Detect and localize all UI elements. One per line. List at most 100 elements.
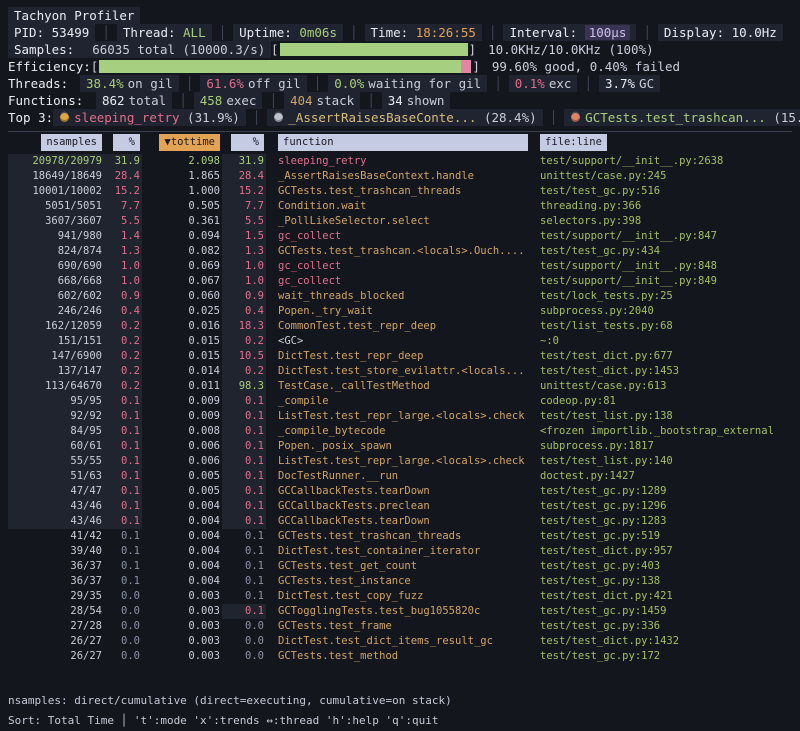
cell-pct-cumulative: 0.0 — [222, 649, 266, 664]
cell-file-line: test/test_gc.py:519 — [528, 529, 792, 544]
cell-pct-direct: 0.9 — [104, 289, 142, 304]
cell-pct-direct: 0.1 — [104, 484, 142, 499]
cell-nsamples: 18649/18649 — [8, 169, 104, 184]
separator: │ — [489, 24, 497, 41]
threads-waiting: 0.0%waiting for gil — [328, 75, 487, 92]
cell-file-line: subprocess.py:2040 — [528, 304, 792, 319]
separator: │ — [186, 75, 194, 92]
cell-pct-cumulative: 0.2 — [222, 364, 266, 379]
cell-function: GCTogglingTests.test_bug1055820c — [266, 604, 528, 619]
functions-stack: 404stack — [284, 92, 360, 109]
header-nsamples[interactable]: nsamples — [8, 134, 104, 152]
header-tottime-sorted[interactable]: ▼tottime — [142, 134, 222, 152]
cell-pct-cumulative: 1.0 — [222, 259, 266, 274]
header-function-chip[interactable]: function — [278, 134, 528, 151]
stat-interval: Interval: 100µs — [503, 24, 636, 41]
cell-file-line: test/test_gc.py:434 — [528, 244, 792, 259]
cell-pct-direct: 0.2 — [104, 379, 142, 394]
cell-file-line: doctest.py:1427 — [528, 469, 792, 484]
cell-pct-cumulative: 0.0 — [222, 634, 266, 649]
cell-pct-cumulative: 0.1 — [222, 469, 266, 484]
cell-file-line: test/test_gc.py:1289 — [528, 484, 792, 499]
functions-shown-label: shown — [407, 93, 445, 108]
threads-row: Threads: 38.4%on gil │ 61.6% off gil │ 0.… — [8, 75, 792, 92]
cell-nsamples: 113/64670 — [8, 379, 104, 394]
cell-pct-direct: 0.1 — [104, 499, 142, 514]
header-file-line-chip[interactable]: file:line — [540, 134, 607, 151]
stat-uptime-label: Uptime: — [239, 25, 292, 40]
bar-close-bracket: ] — [469, 41, 477, 58]
threads-waiting-label: waiting for gil — [368, 76, 481, 91]
cell-pct-direct: 0.2 — [104, 364, 142, 379]
top3-row: Top 3: sleeping_retry (31.9%) │ _AssertR… — [8, 109, 792, 126]
cell-pct-direct: 0.2 — [104, 319, 142, 334]
cell-file-line: unittest/case.py:245 — [528, 169, 792, 184]
samples-detail: 66035 total (10000.3/s) — [92, 42, 265, 57]
functions-shown-value: 34 — [388, 93, 403, 108]
threads-gc-label: GC — [639, 76, 654, 91]
stat-display-label: Display: — [664, 25, 724, 40]
cell-file-line: test/test_dict.py:1432 — [528, 634, 792, 649]
header-function[interactable]: function — [266, 134, 528, 152]
samples-rate-text: 10.0KHz/10.0KHz (100%) — [488, 41, 654, 58]
cell-nsamples: 3607/3607 — [8, 214, 104, 229]
separator: │ — [179, 92, 187, 109]
cell-function: DictTest.test_container_iterator — [266, 544, 528, 559]
cell-tottime: 0.094 — [142, 229, 222, 244]
functions-row: Functions: 862total │ 458exec │ 404stack… — [8, 92, 792, 109]
cell-file-line: codeop.py:81 — [528, 394, 792, 409]
header-pct-direct[interactable]: % — [104, 134, 142, 152]
threads-off-gil-value: 61.6% — [206, 76, 244, 91]
cell-function: GCTests.test_get_count — [266, 559, 528, 574]
separator: │ — [219, 24, 227, 41]
header-pct-cumulative[interactable]: % — [222, 134, 266, 152]
cell-pct-cumulative: 15.2 — [222, 184, 266, 199]
samples-summary: Samples:66035 total (10000.3/s) — [8, 41, 271, 58]
silver-medal-icon — [274, 113, 283, 122]
cell-function: DictTest.test_copy_fuzz — [266, 589, 528, 604]
cell-pct-cumulative: 0.1 — [222, 544, 266, 559]
header-tottime-chip[interactable]: ▼tottime — [159, 134, 220, 151]
header-pct-cumulative-chip[interactable]: % — [231, 134, 264, 151]
cell-nsamples: 95/95 — [8, 394, 104, 409]
efficiency-bar-row: Efficiency: [ ] 99.60% good, 0.40% faile… — [8, 58, 792, 75]
header-file-line[interactable]: file:line — [528, 134, 792, 152]
cell-file-line: test/test_dict.py:677 — [528, 349, 792, 364]
threads-gc: 3.7%GC — [599, 75, 660, 92]
cell-tottime: 2.098 — [142, 154, 222, 169]
cell-pct-direct: 0.1 — [104, 529, 142, 544]
cell-tottime: 0.004 — [142, 559, 222, 574]
cell-nsamples: 941/980 — [8, 229, 104, 244]
stat-pid: PID: 53499 — [8, 24, 95, 41]
separator: │ — [494, 75, 502, 92]
samples-bar-row: Samples:66035 total (10000.3/s) [ ] 10.0… — [8, 41, 792, 58]
cell-function: GCTests.test_instance — [266, 574, 528, 589]
cell-file-line: subprocess.py:1817 — [528, 439, 792, 454]
header-nsamples-chip[interactable]: nsamples — [41, 134, 102, 151]
cell-pct-direct: 0.0 — [104, 649, 142, 664]
profiler-window: Tachyon Profiler PID: 53499 │ Thread: AL… — [0, 0, 800, 731]
cell-tottime: 0.011 — [142, 379, 222, 394]
header-divider — [8, 131, 792, 132]
cell-nsamples: 36/37 — [8, 559, 104, 574]
cell-pct-cumulative: 0.1 — [222, 439, 266, 454]
cell-function: GCTests.test_trashcan.<locals>.Ouch.... — [266, 244, 528, 259]
cell-file-line: ~:0 — [528, 334, 792, 349]
separator: │ — [584, 75, 592, 92]
threads-off-gil-label: off gil — [248, 76, 301, 91]
cell-tottime: 0.003 — [142, 619, 222, 634]
cell-tottime: 0.004 — [142, 499, 222, 514]
cell-file-line: selectors.py:398 — [528, 214, 792, 229]
threads-label: Threads: — [8, 75, 80, 92]
cell-pct-direct: 0.1 — [104, 469, 142, 484]
stat-thread[interactable]: Thread: ALL — [117, 24, 212, 41]
page-title: Tachyon Profiler — [8, 7, 140, 24]
header-pct-direct-chip[interactable]: % — [113, 134, 140, 151]
cell-pct-direct: 0.1 — [104, 454, 142, 469]
threads-on-gil: 38.4%on gil — [80, 75, 179, 92]
cell-tottime: 0.015 — [142, 334, 222, 349]
cell-pct-cumulative: 31.9 — [222, 154, 266, 169]
cell-pct-cumulative: 1.0 — [222, 274, 266, 289]
cell-file-line: test/test_gc.py:1459 — [528, 604, 792, 619]
cell-tottime: 0.004 — [142, 574, 222, 589]
